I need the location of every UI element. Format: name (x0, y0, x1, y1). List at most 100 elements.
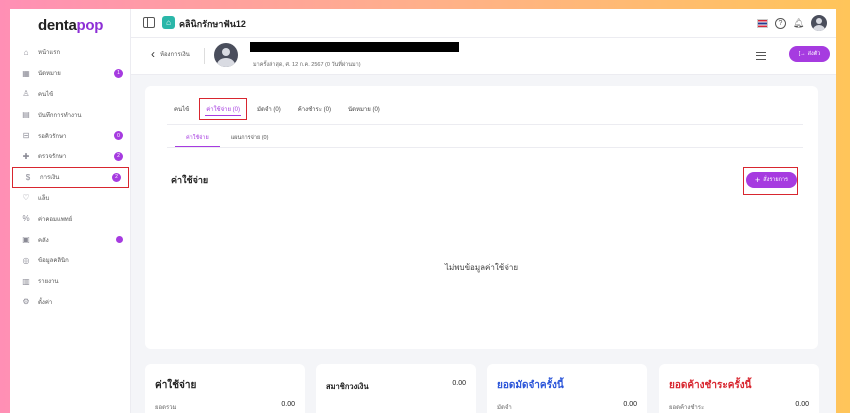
patient-last-visit: มาครั้งล่าสุด, ศ. 12 ก.ค. 2567 (0 วันที่… (253, 62, 361, 68)
logo-accent-text: pop (76, 17, 104, 34)
sidebar-toggle-icon[interactable] (143, 17, 155, 28)
tab-1[interactable]: ค่าใช้จ่าย (0) (199, 98, 248, 120)
tabs-divider (167, 124, 803, 125)
chair-icon: ⊟ (22, 131, 30, 141)
menu-icon[interactable] (756, 52, 766, 60)
summary-title: ยอดมัดจำครั้งนี้ (497, 380, 564, 391)
summary-card-2: ยอดมัดจำครั้งนี้มัดจำ 0.00 (487, 364, 647, 413)
notes-icon: ▤ (22, 110, 30, 120)
user-avatar[interactable] (811, 15, 827, 31)
checkout-button[interactable]: [→ ส่งตัว (789, 46, 830, 62)
expense-subtabs: ค่าใช้จ่าย แผนการจ่าย (0) (175, 134, 279, 147)
sidebar-item-6[interactable]: $ การเงิน 2 (12, 166, 129, 188)
summary-sub-value: 0.00 (281, 401, 295, 408)
clinic-icon: ✚ (22, 151, 30, 161)
sidebar-item-label: การเงิน (40, 175, 60, 182)
count-badge: 0 (114, 131, 123, 141)
sidebar-item-label: ตั้งค่า (38, 299, 53, 306)
add-order-button[interactable]: + สั่งรายการ (746, 172, 797, 188)
top-bar: ⌂ คลินิกรักษาฟัน12 ? 🔔︎ (131, 9, 836, 38)
logo-text: denta (38, 17, 77, 34)
sidebar-item-2[interactable]: ♙ คนไข้ (10, 84, 131, 105)
calendar-icon: ▦ (22, 68, 30, 78)
tab-2[interactable]: มัดจำ (0) (250, 98, 288, 120)
sidebar-item-0[interactable]: ⌂ หน้าแรก (10, 42, 131, 63)
sidebar-item-10[interactable]: ◎ ข้อมูลคลินิก (10, 250, 131, 271)
add-order-label: สั่งรายการ (763, 177, 788, 183)
sidebar-item-label: รายงาน (38, 279, 59, 286)
summary-card-1: สมาชิกวงเงิน 0.00 (316, 364, 476, 413)
sidebar-item-label: คลัง (38, 237, 49, 244)
checkout-label: ส่งตัว (807, 51, 821, 57)
sidebar: dentapop ⌂ หน้าแรก ▦ นัดหมาย 1 ♙ คนไข้ ▤ บันทึกก… (10, 9, 131, 413)
sidebar-item-label: รอคิวรักษา (38, 133, 67, 140)
summary-title: ยอดค้างชำระครั้งนี้ (669, 380, 752, 391)
sidebar-item-8[interactable]: % ค่าคอมแพทย์ (10, 208, 131, 229)
summary-title: ค่าใช้จ่าย (155, 380, 197, 391)
sidebar-item-label: หน้าแรก (38, 50, 61, 57)
bell-icon[interactable]: 🔔︎ (793, 18, 804, 29)
sidebar-item-5[interactable]: ✚ ตรวจรักษา 2 (10, 146, 131, 167)
gear-icon: ⚙ (22, 297, 30, 307)
sidebar-item-9[interactable]: ▣ คลัง (10, 229, 131, 250)
sidebar-item-label: แล็บ (38, 195, 50, 202)
back-button[interactable]: ‹ ห้องการเงิน (151, 48, 190, 60)
sidebar-nav: ⌂ หน้าแรก ▦ นัดหมาย 1 ♙ คนไข้ ▤ บันทึกการทำงาน ⊟ ร… (10, 42, 131, 312)
summary-sub-label: ยอดค้างชำระ (669, 405, 705, 411)
finance-card: คนไข้ ค่าใช้จ่าย (0) มัดจำ (0) ค้างชำระ (0)… (145, 86, 818, 349)
sidebar-item-7[interactable]: ♡ แล็บ (10, 188, 131, 209)
tab-4[interactable]: นัดหมาย (0) (341, 98, 387, 120)
clinic-home-icon: ⌂ (162, 16, 175, 29)
summary-sub-value: 0.00 (795, 401, 809, 408)
section-title: ค่าใช้จ่าย (171, 175, 209, 185)
box-icon: ▣ (22, 235, 30, 245)
sidebar-item-label: บันทึกการทำงาน (38, 112, 82, 119)
sidebar-item-11[interactable]: ▥ รายงาน (10, 271, 131, 292)
patient-avatar (214, 43, 238, 67)
exit-icon: [→ (798, 51, 806, 57)
sidebar-item-label: ค่าคอมแพทย์ (38, 216, 73, 223)
status-dot (116, 236, 123, 244)
tooth-icon: ♡ (22, 193, 30, 203)
count-badge: 1 (114, 68, 123, 78)
summary-card-3: ยอดค้างชำระครั้งนี้ยอดค้างชำระ 0.00 (659, 364, 819, 413)
percent-icon: % (22, 214, 30, 224)
chart-icon: ▥ (22, 276, 30, 286)
back-label: ห้องการเงิน (160, 52, 190, 58)
sidebar-item-4[interactable]: ⊟ รอคิวรักษา 0 (10, 125, 131, 146)
patient-header: ‹ ห้องการเงิน มาครั้งล่าสุด, ศ. 12 ก.ค. … (131, 38, 836, 75)
finance-tabs: คนไข้ ค่าใช้จ่าย (0) มัดจำ (0) ค้างชำระ (0)… (167, 98, 390, 120)
sidebar-item-label: คนไข้ (38, 91, 54, 98)
divider (204, 48, 205, 64)
summary-sub-value: 0.00 (623, 401, 637, 408)
summary-title: สมาชิกวงเงิน (326, 382, 369, 391)
app-window: dentapop ⌂ หน้าแรก ▦ นัดหมาย 1 ♙ คนไข้ ▤ บันทึกก… (10, 9, 836, 413)
chevron-left-icon: ‹ (151, 47, 155, 61)
sidebar-item-12[interactable]: ⚙ ตั้งค่า (10, 292, 131, 313)
help-icon[interactable]: ? (775, 17, 786, 29)
clinic-name[interactable]: คลินิกรักษาฟัน12 (179, 17, 246, 31)
empty-state-text: ไม่พบข้อมูลค่าใช้จ่าย (444, 263, 519, 272)
person-icon: ♙ (22, 89, 30, 99)
tab-0[interactable]: คนไข้ (167, 98, 196, 120)
sidebar-item-3[interactable]: ▤ บันทึกการทำงาน (10, 104, 131, 125)
app-logo[interactable]: dentapop (38, 17, 103, 34)
count-badge: 2 (112, 172, 121, 182)
info-icon: ◎ (22, 255, 30, 265)
summary-value: 0.00 (452, 380, 466, 387)
thai-flag-icon[interactable] (757, 18, 768, 28)
subtab-0[interactable]: ค่าใช้จ่าย (175, 134, 220, 147)
summary-sub-label: มัดจำ (497, 405, 512, 411)
sidebar-item-label: นัดหมาย (38, 71, 61, 78)
patient-name-redacted (250, 42, 459, 52)
money-icon: $ (25, 172, 31, 182)
tab-3[interactable]: ค้างชำระ (0) (291, 98, 338, 120)
plus-icon: + (755, 174, 761, 185)
summary-card-0: ค่าใช้จ่าย ยอดรวม 0.00 (145, 364, 305, 413)
add-order-highlight: + สั่งรายการ (743, 167, 798, 195)
subtabs-divider (167, 147, 803, 148)
sidebar-item-1[interactable]: ▦ นัดหมาย 1 (10, 63, 131, 84)
sidebar-item-label: ข้อมูลคลินิก (38, 258, 69, 265)
subtab-1[interactable]: แผนการจ่าย (0) (220, 134, 280, 147)
top-right-actions: ? 🔔︎ (757, 15, 827, 31)
